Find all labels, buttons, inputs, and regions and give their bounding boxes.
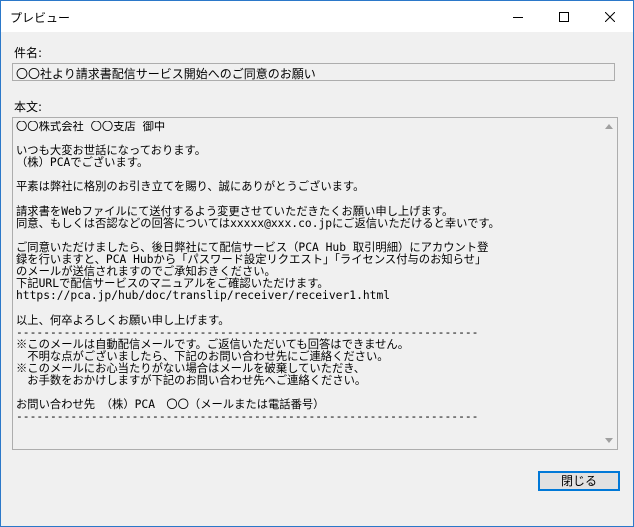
minimize-icon (513, 16, 523, 18)
minimize-button[interactable] (495, 1, 541, 32)
close-button[interactable]: 閉じる (538, 471, 620, 491)
preview-window: プレビュー 件名: 〇〇社より請求書配信サービス開始へのご同意のお願い 本文: … (0, 0, 634, 527)
scroll-down-button[interactable] (600, 432, 617, 449)
chevron-up-icon (604, 124, 613, 129)
scrollbar-thumb[interactable] (604, 136, 613, 430)
maximize-button[interactable] (541, 1, 587, 32)
window-title: プレビュー (10, 11, 71, 25)
subject-field[interactable]: 〇〇社より請求書配信サービス開始へのご同意のお願い (12, 63, 615, 81)
subject-label: 件名: (14, 46, 43, 60)
close-icon (605, 11, 615, 22)
subject-value: 〇〇社より請求書配信サービス開始へのご同意のお願い (16, 67, 316, 81)
maximize-icon (559, 11, 569, 22)
title-bar: プレビュー (1, 1, 633, 32)
body-textarea[interactable]: 〇〇株式会社 〇〇支店 御中 いつも大変お世話になっております。 （株）PCAで… (12, 117, 618, 450)
vertical-scrollbar[interactable] (600, 118, 617, 449)
scroll-up-button[interactable] (600, 118, 617, 135)
chevron-down-icon (604, 438, 613, 443)
body-label: 本文: (14, 100, 43, 114)
body-text: 〇〇株式会社 〇〇支店 御中 いつも大変お世話になっております。 （株）PCAで… (16, 121, 500, 424)
close-window-button[interactable] (587, 1, 633, 32)
